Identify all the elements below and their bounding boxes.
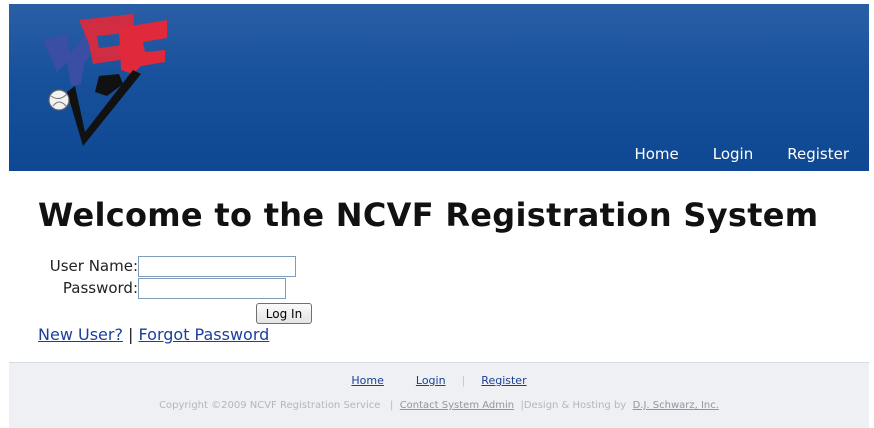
copyright-text: Copyright ©2009 NCVF Registration Servic…: [159, 400, 381, 411]
copyright-separator: |: [389, 400, 394, 411]
username-label: User Name:: [49, 257, 138, 275]
design-hosting-text: |Design & Hosting by: [520, 400, 627, 411]
contact-admin-link[interactable]: Contact System Admin: [400, 400, 514, 411]
top-nav: Home Login Register: [634, 145, 849, 163]
site-header: Home Login Register: [9, 4, 869, 171]
username-row: User Name:: [38, 255, 296, 277]
new-user-link[interactable]: New User?: [38, 325, 123, 344]
nav-home-link[interactable]: Home: [634, 145, 678, 163]
links-separator: |: [128, 325, 134, 344]
footer-copyright: Copyright ©2009 NCVF Registration Servic…: [9, 400, 869, 411]
forgot-password-link[interactable]: Forgot Password: [139, 325, 270, 344]
username-input[interactable]: [138, 255, 296, 277]
nav-register-link[interactable]: Register: [787, 145, 849, 163]
nav-login-link[interactable]: Login: [713, 145, 753, 163]
footer-nav: Home Login | Register: [9, 374, 869, 387]
designer-link[interactable]: D.J. Schwarz, Inc.: [633, 400, 719, 411]
account-links: New User? | Forgot Password: [38, 325, 269, 344]
password-label: Password:: [62, 279, 138, 297]
page-title: Welcome to the NCVF Registration System: [38, 196, 819, 234]
footer-home-link[interactable]: Home: [351, 374, 383, 387]
login-button[interactable]: Log In: [256, 303, 312, 324]
site-footer: Home Login | Register Copyright ©2009 NC…: [9, 362, 869, 428]
password-input[interactable]: [138, 277, 286, 299]
ncvf-logo[interactable]: [37, 14, 167, 149]
footer-nav-separator: |: [461, 374, 466, 387]
footer-register-link[interactable]: Register: [481, 374, 526, 387]
login-form: User Name: Password: Log In New User? | …: [38, 255, 312, 344]
password-row: Password:: [38, 277, 296, 299]
footer-login-link[interactable]: Login: [416, 374, 446, 387]
